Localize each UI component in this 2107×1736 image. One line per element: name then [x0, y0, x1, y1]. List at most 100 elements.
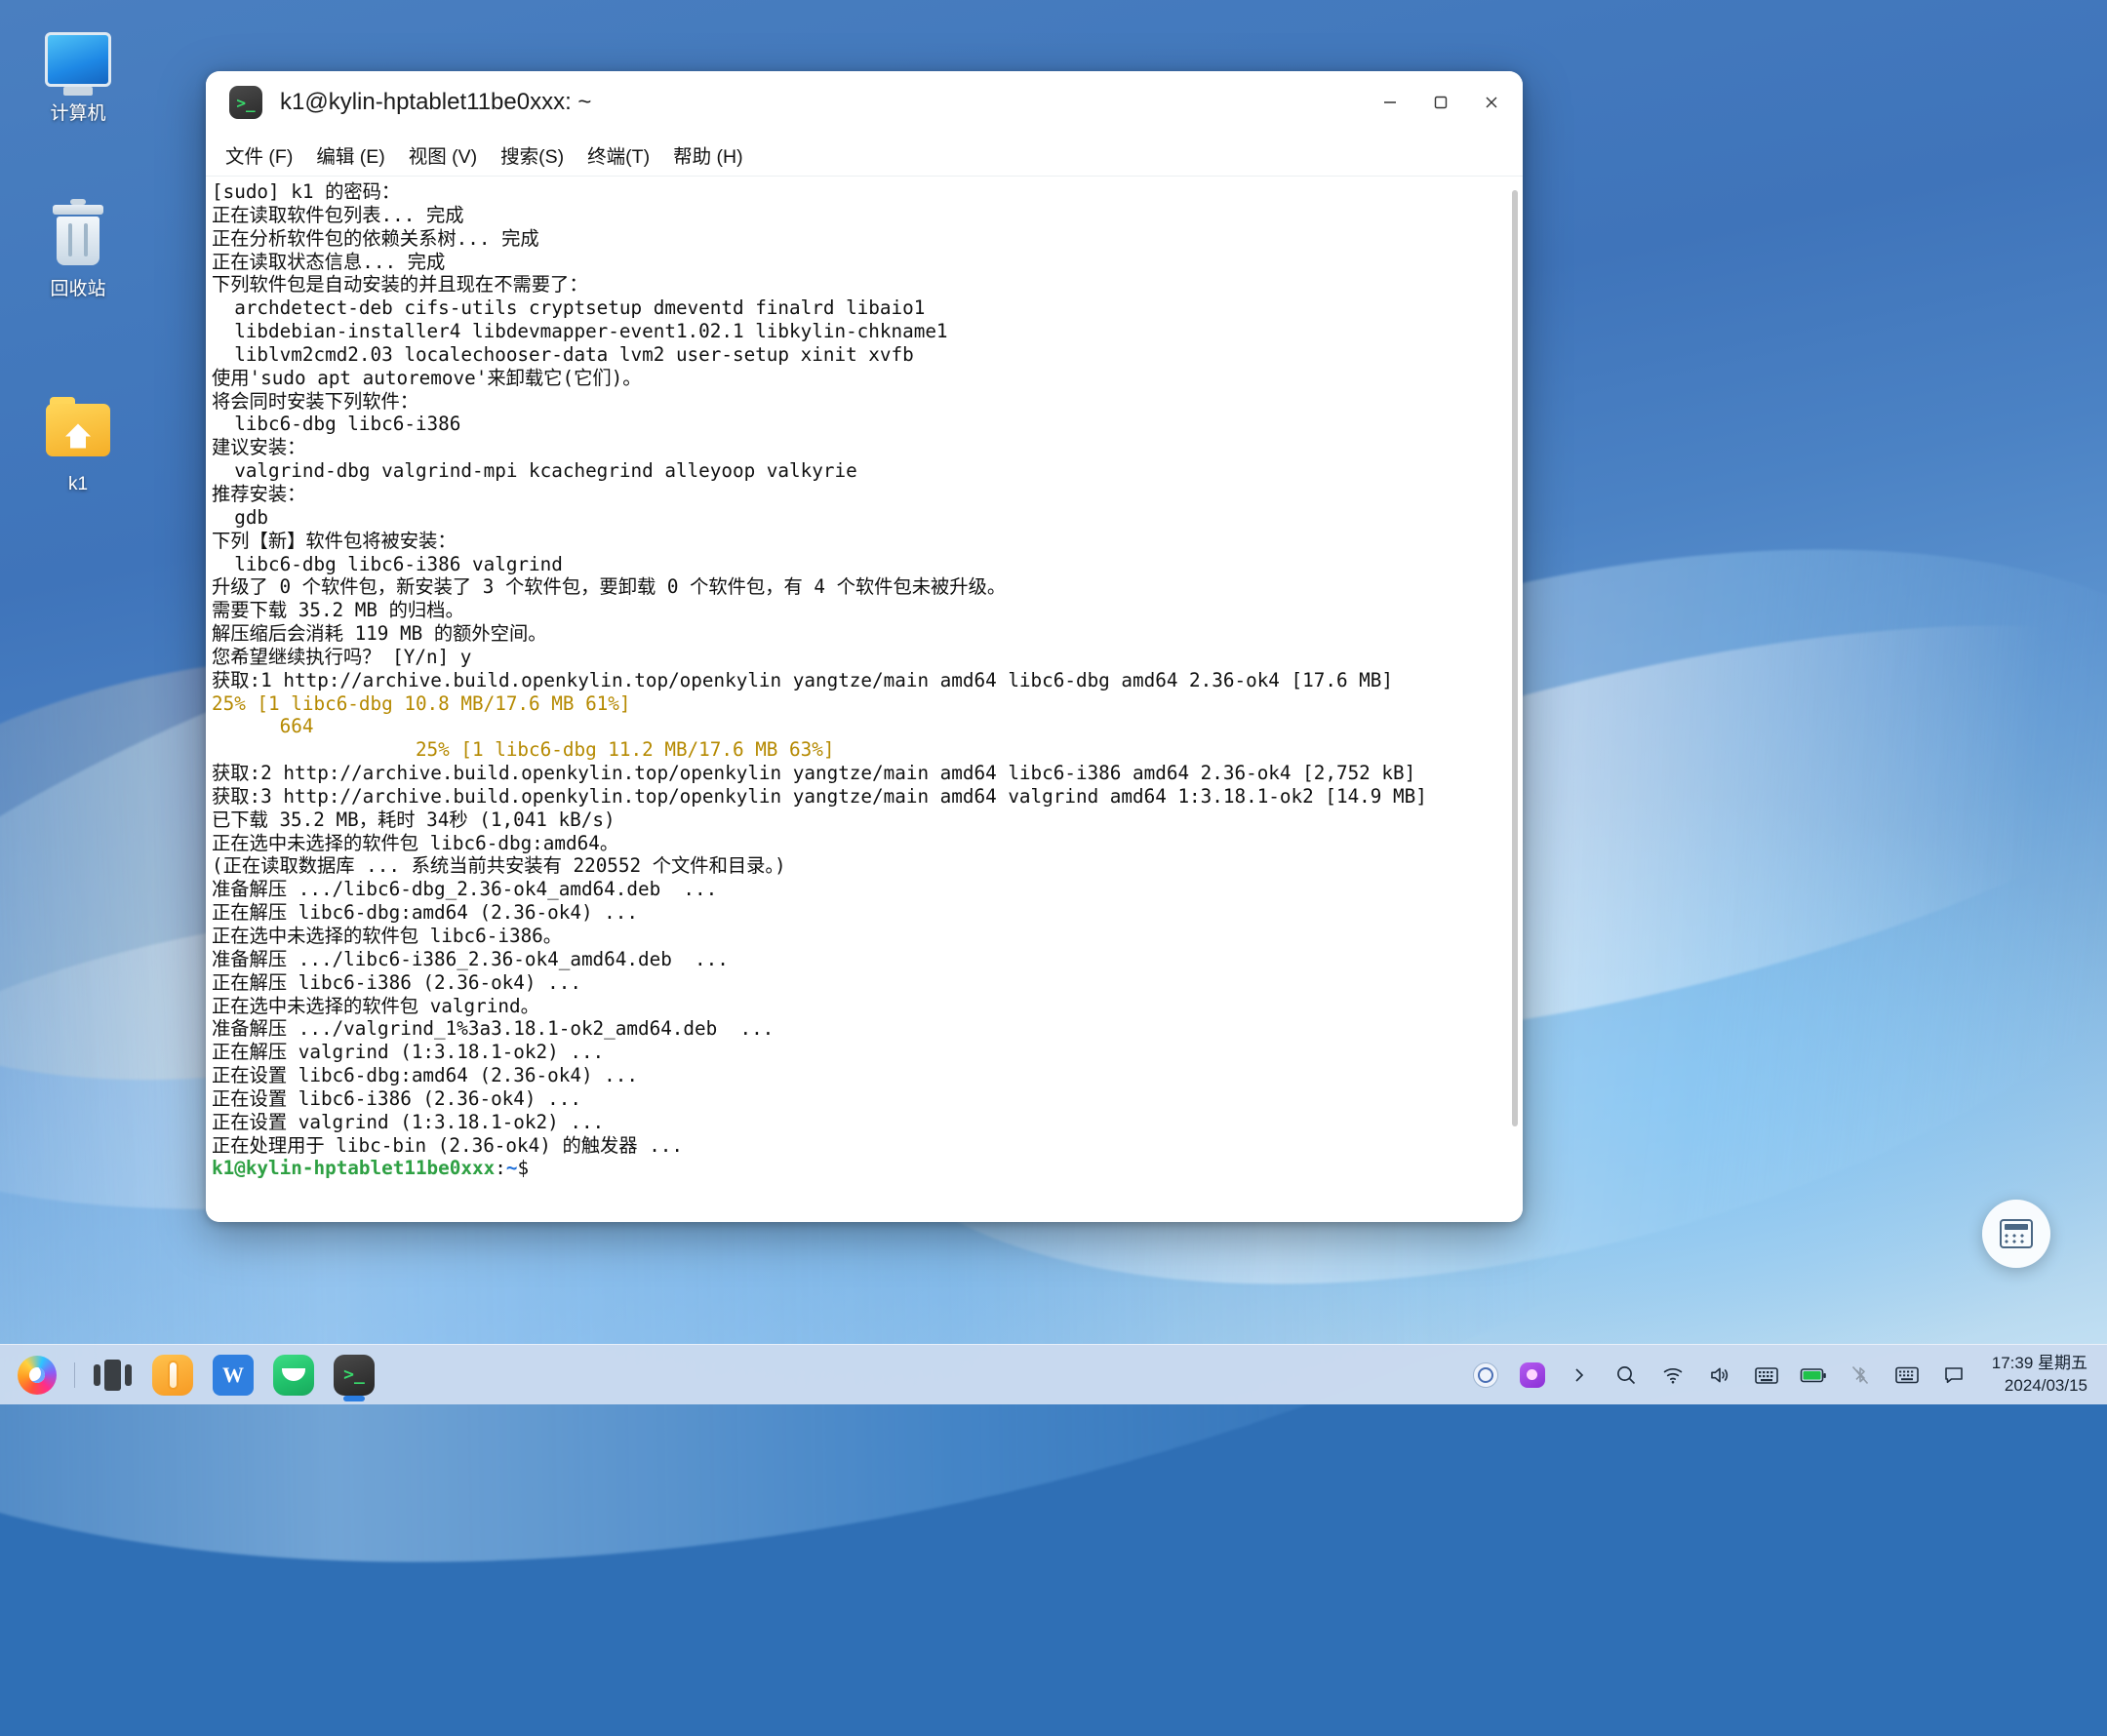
wifi-icon[interactable] — [1658, 1361, 1688, 1390]
terminal-line: 推荐安装： — [212, 482, 306, 505]
terminal-line: 需要下载 35.2 MB 的归档。 — [212, 599, 464, 622]
taskbar-clock[interactable]: 17:39 星期五 2024/03/15 — [1992, 1353, 2087, 1398]
terminal-line: 664 — [212, 715, 314, 738]
clock-time: 17:39 星期五 — [1991, 1353, 2087, 1372]
terminal-line: 获取:3 http://archive.build.openkylin.top/… — [212, 784, 1427, 808]
terminal-line: 建议安装： — [212, 436, 306, 459]
close-button[interactable] — [1466, 71, 1517, 134]
message-icon[interactable] — [1939, 1361, 1968, 1390]
taskbar-divider — [74, 1361, 75, 1388]
folder-icon — [10, 394, 146, 466]
terminal-line: 将会同时安装下列软件： — [212, 389, 419, 413]
taskbar-app-app-store[interactable] — [149, 1352, 196, 1399]
terminal-line: archdetect-deb cifs-utils cryptsetup dme… — [212, 296, 926, 320]
clock-date: 2024/03/15 — [2004, 1375, 2087, 1395]
menu-item-search[interactable]: 搜索(S) — [489, 137, 576, 173]
terminal-output-area[interactable]: [sudo] k1 的密码： 正在读取软件包列表... 完成 正在分析软件包的依赖关… — [206, 177, 1523, 1222]
terminal-line: [sudo] k1 的密码： — [212, 180, 401, 203]
terminal-line: 正在选中未选择的软件包 valgrind。 — [212, 994, 539, 1017]
menu-item-edit[interactable]: 编辑 (E) — [304, 137, 396, 173]
desktop-icon-recycle-bin[interactable]: 回收站 — [10, 199, 146, 301]
menu-item-view[interactable]: 视图 (V) — [397, 137, 489, 173]
calculator-widget-button[interactable] — [1982, 1200, 2050, 1268]
terminal-line: libc6-dbg libc6-i386 — [212, 413, 461, 436]
window-titlebar[interactable]: >_ k1@kylin-hptablet11be0xxx: ~ — [206, 71, 1523, 134]
terminal-line: 正在读取状态信息... 完成 — [212, 250, 446, 273]
terminal-prompt-line: k1@kylin-hptablet11be0xxx:~$ — [212, 1157, 1523, 1180]
prompt-path: ~ — [505, 1157, 518, 1180]
prompt-user-host: k1@kylin-hptablet11be0xxx — [212, 1157, 496, 1180]
prompt-separator: : — [495, 1157, 506, 1180]
terminal-line: (正在读取数据库 ... 系统当前共安装有 220552 个文件和目录。) — [212, 854, 786, 878]
task-view-icon — [93, 1359, 132, 1392]
terminal-line: 准备解压 .../libc6-dbg_2.36-ok4_amd64.deb ..… — [212, 878, 718, 901]
osk-icon[interactable] — [1892, 1361, 1922, 1390]
terminal-line: 正在分析软件包的依赖关系树... 完成 — [212, 226, 539, 250]
wps-icon: W — [213, 1354, 254, 1396]
terminal-line: 解压缩后会消耗 119 MB 的额外空间。 — [212, 622, 547, 646]
terminal-app-icon: >_ — [229, 86, 262, 119]
terminal-line: 正在选中未选择的软件包 libc6-i386。 — [212, 925, 563, 947]
terminal-line: 正在读取软件包列表... 完成 — [212, 203, 464, 226]
desktop-icon-home-folder[interactable]: k1 — [10, 394, 146, 496]
terminal-line: 正在选中未选择的软件包 libc6-dbg:amd64。 — [212, 831, 619, 854]
terminal-line: libc6-dbg libc6-i386 valgrind — [212, 552, 563, 575]
terminal-line: 准备解压 .../libc6-i386_2.36-ok4_amd64.deb .… — [212, 947, 729, 970]
terminal-line: 使用'sudo apt autoremove'来卸载它(它们)。 — [212, 366, 642, 389]
terminal-line: 正在解压 libc6-i386 (2.36-ok4) ... — [212, 970, 581, 994]
speaker-icon[interactable] — [1705, 1361, 1734, 1390]
chevron-right-icon[interactable] — [1565, 1361, 1594, 1390]
terminal-icon: >_ — [334, 1354, 375, 1396]
terminal-line: 已下载 35.2 MB，耗时 34秒 (1,041 kB/s) — [212, 808, 616, 831]
battery-icon[interactable] — [1799, 1361, 1828, 1390]
terminal-line: libdebian-installer4 libdevmapper-event1… — [212, 320, 948, 343]
terminal-line: 正在解压 valgrind (1:3.18.1-ok2) ... — [212, 1041, 605, 1064]
terminal-line: 25% [1 libc6-dbg 11.2 MB/17.6 MB 63%] — [212, 738, 835, 762]
terminal-line: 25% [1 libc6-dbg 10.8 MB/17.6 MB 61%] — [212, 691, 631, 715]
security-icon[interactable] — [1471, 1361, 1500, 1390]
menu-item-help[interactable]: 帮助 (H) — [661, 137, 755, 173]
terminal-line: 准备解压 .../valgrind_1%3a3.18.1-ok2_amd64.d… — [212, 1017, 775, 1041]
minimize-button[interactable] — [1365, 71, 1415, 134]
taskbar-app-wps-office[interactable]: W — [210, 1352, 257, 1399]
recorder-icon[interactable] — [1518, 1361, 1547, 1390]
taskbar-app-firefox[interactable] — [14, 1352, 60, 1399]
system-tray: 17:39 星期五 2024/03/15 — [1471, 1353, 2093, 1398]
window-controls — [1365, 71, 1517, 134]
trash-icon — [10, 199, 146, 271]
terminal-line: 下列软件包是自动安装的并且现在不需要了： — [212, 273, 588, 296]
terminal-line: 正在处理用于 libc-bin (2.36-ok4) 的触发器 ... — [212, 1133, 684, 1157]
desktop-icon-label: k1 — [67, 474, 89, 494]
menu-item-file[interactable]: 文件 (F) — [214, 137, 304, 173]
maximize-button[interactable] — [1415, 71, 1466, 134]
app-store-icon — [152, 1354, 193, 1396]
taskbar-app-mail[interactable] — [270, 1352, 317, 1399]
prompt-symbol: $ — [517, 1157, 530, 1180]
bluetooth-off-icon[interactable] — [1846, 1361, 1875, 1390]
terminal-line: 获取:2 http://archive.build.openkylin.top/… — [212, 762, 1416, 785]
firefox-icon — [18, 1355, 57, 1395]
taskbar-app-task-view[interactable] — [89, 1352, 136, 1399]
menu-item-terminal[interactable]: 终端(T) — [576, 137, 661, 173]
terminal-line: 正在设置 valgrind (1:3.18.1-ok2) ... — [212, 1110, 605, 1133]
desktop-icon-computer[interactable]: 计算机 — [10, 23, 146, 126]
taskbar: W >_ 17:39 星期五 2024/03/15 — [0, 1344, 2107, 1404]
search-icon[interactable] — [1611, 1361, 1641, 1390]
monitor-icon — [10, 23, 146, 96]
keyboard-icon[interactable] — [1752, 1361, 1781, 1390]
mail-icon — [273, 1354, 314, 1396]
terminal-line: liblvm2cmd2.03 localechooser-data lvm2 u… — [212, 342, 914, 366]
taskbar-app-terminal[interactable]: >_ — [331, 1352, 378, 1399]
terminal-line: gdb — [212, 505, 269, 529]
scrollbar-thumb[interactable] — [1512, 190, 1518, 1126]
desktop-icon-label: 回收站 — [50, 279, 106, 299]
menu-bar: 文件 (F) 编辑 (E) 视图 (V) 搜索(S) 终端(T) 帮助 (H) — [206, 134, 1523, 177]
terminal-text: [sudo] k1 的密码： 正在读取软件包列表... 完成 正在分析软件包的依赖关… — [212, 180, 1523, 1180]
terminal-line: 正在设置 libc6-i386 (2.36-ok4) ... — [212, 1086, 581, 1110]
terminal-line: valgrind-dbg valgrind-mpi kcachegrind al… — [212, 459, 857, 483]
window-title: k1@kylin-hptablet11be0xxx: ~ — [280, 89, 592, 115]
calculator-icon — [2000, 1219, 2033, 1248]
terminal-window[interactable]: >_ k1@kylin-hptablet11be0xxx: ~ 文件 (F) 编… — [206, 71, 1523, 1222]
terminal-line: 正在设置 libc6-dbg:amd64 (2.36-ok4) ... — [212, 1064, 638, 1087]
terminal-scrollbar[interactable] — [1509, 177, 1521, 1222]
